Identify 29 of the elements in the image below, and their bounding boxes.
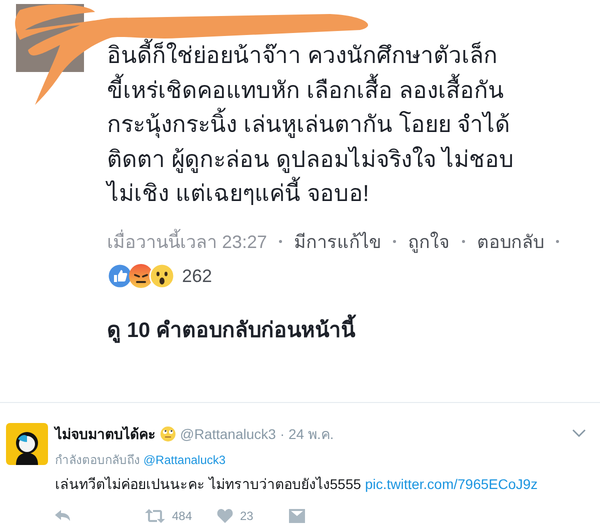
comment-text-line: ไม่เชิง แต่เฉยๆแค่นี้ จอบอ! [107,176,587,210]
separator-dot [279,240,282,243]
avatar-icon[interactable] [6,423,48,465]
separator-dot [556,240,560,243]
rolling-eyes-emoji-icon [160,426,176,442]
action-count: 484 [172,509,192,523]
reply-icon[interactable] [55,510,71,522]
envelope-icon[interactable] [289,509,305,523]
comment-action-link[interactable]: ถูกใจ [408,224,450,258]
separator-dot [462,240,466,243]
display-name[interactable]: ไม่จบมาตบได้คะ [55,423,156,445]
retweet-icon[interactable] [145,509,165,523]
chevron-down-icon[interactable] [572,429,586,437]
comment-text-line: ติดตา ผู้ดูกะล่อน ดูปลอมไม่จริงใจ ไม่ชอบ [107,144,516,175]
reaction-count[interactable]: 262 [182,258,212,292]
timestamp: เมื่อวานนี้เวลา 23:27 [107,224,268,258]
comment-action-link[interactable]: มีการแก้ไข [294,224,382,258]
comment-text-line: อินดี้ก็ใช่ย่อยน้าจ๊าา ควงนักศึกษาตัวเล็ก [107,38,587,72]
tweet-text: เล่นทวีตไม่ค่อยเปนนะคะ ไม่ทราบว่าตอบยังไง5555 [55,476,362,492]
view-previous-replies-link[interactable]: ดู 10 คำตอบกลับก่อนหน้านี้ [107,312,587,346]
separator-dot [393,240,396,243]
comment-text-line: ขี้เหร่เชิดคอแทบหัก เลือกเสื้อ ลองเสื้อกัน [107,72,587,107]
replying-to-label: กำลังตอบกลับถึง [55,453,140,467]
heart-icon[interactable] [217,509,233,523]
action-count: 23 [240,509,254,523]
comment-action-link[interactable]: ตอบกลับ [477,224,544,258]
angry-face-icon [128,262,154,288]
surprised-face-icon [149,262,175,288]
comment-text-line: กระนุ้งกระนิ้ง เล่นหูเล่นตากัน โอยย จำได้ [107,107,587,142]
